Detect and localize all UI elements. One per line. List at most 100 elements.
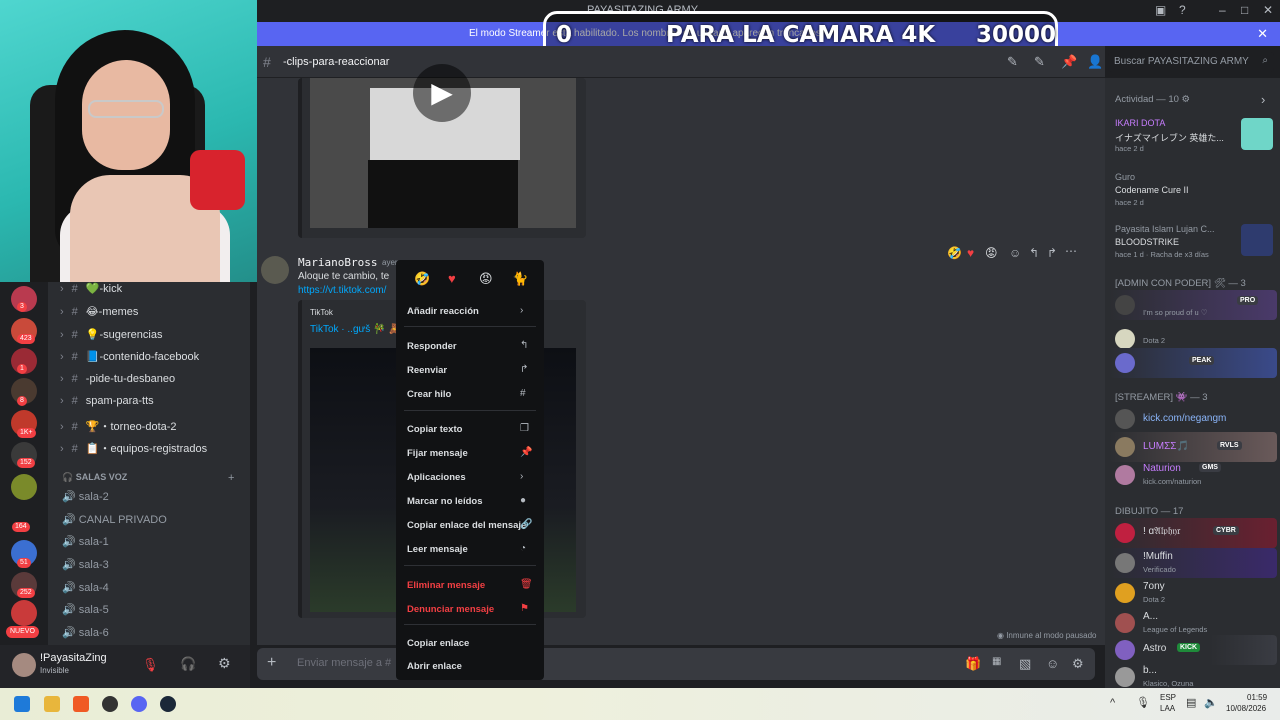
video-thumbnail[interactable]: ▶ xyxy=(310,64,576,228)
quick-reaction-icon[interactable]: 🤣 xyxy=(414,271,430,287)
gif-icon[interactable]: ▦ xyxy=(992,656,1001,667)
reaction-heart-icon[interactable]: ♥ xyxy=(967,246,974,260)
channel-item[interactable]: › # -pide-tu-desbaneo xyxy=(60,373,175,385)
channel-item[interactable]: › # 📋・equipos-registrados xyxy=(60,440,207,456)
members-icon[interactable]: 👤 xyxy=(1087,54,1103,70)
voice-category[interactable]: 🎧 SALAS VOZ xyxy=(62,472,127,483)
sticker-icon[interactable]: ▧ xyxy=(1019,656,1031,672)
activity-card[interactable]: IKARI DOTA イナズマイレブン 英雄た... hace 2 d xyxy=(1109,116,1277,156)
gift-icon[interactable]: 🎁 xyxy=(965,656,981,672)
channel-item[interactable]: › # 🏆・torneo-dota-2 xyxy=(60,418,177,434)
channel-item[interactable]: › # 📘-contenido-facebook xyxy=(60,350,199,363)
obs-icon[interactable] xyxy=(102,696,118,712)
voice-channel[interactable]: 🔊 sala-5 xyxy=(62,603,109,616)
menu-item-aplicaciones[interactable]: Aplicaciones xyxy=(407,472,466,483)
more-icon[interactable]: ⋯ xyxy=(1065,244,1077,258)
help-icon[interactable]: ? xyxy=(1179,3,1186,17)
activity-header[interactable]: Actividad — 10 ⚙ xyxy=(1115,94,1190,105)
quick-reaction-heart-icon[interactable]: ♥ xyxy=(448,271,456,286)
start-icon[interactable] xyxy=(14,696,30,712)
member-row[interactable]: ! ɑ𝔄𝔩𝔭𝔥𝔶𝔯 CYBR xyxy=(1109,518,1277,548)
voice-channel[interactable]: 🔊 sala-4 xyxy=(62,581,109,594)
mute-icon[interactable]: 🎙 xyxy=(142,657,159,673)
menu-item-responder[interactable]: Responder xyxy=(407,341,457,352)
add-reaction-icon[interactable]: ☺ xyxy=(1009,246,1021,260)
voice-channel[interactable]: 🔊 sala-3 xyxy=(62,558,109,571)
voice-channel[interactable]: 🔊 sala-6 xyxy=(62,626,109,639)
input-region[interactable]: LAA xyxy=(1160,704,1175,713)
server-icon[interactable] xyxy=(11,474,37,500)
discord-icon[interactable] xyxy=(131,696,147,712)
message-composer[interactable]: + Enviar mensaje a # 🎁 ▦ ▧ ☺ ⚙ xyxy=(257,648,1095,680)
inbox-icon[interactable]: ▣ xyxy=(1155,3,1166,17)
server-icon[interactable] xyxy=(11,600,37,626)
clock-date[interactable]: 10/08/2026 xyxy=(1226,704,1266,713)
maximize-button[interactable]: □ xyxy=(1241,3,1248,17)
threads-icon[interactable]: ✎ xyxy=(1007,54,1018,70)
menu-item-copiar-enlace[interactable]: Copiar enlace xyxy=(407,638,469,649)
tray-arrow-icon[interactable]: ^ xyxy=(1110,697,1115,709)
clock-time[interactable]: 01:59 xyxy=(1247,693,1267,702)
steam-icon[interactable] xyxy=(160,696,176,712)
message-author[interactable]: MarianoBross xyxy=(298,256,377,269)
menu-item-copiar-enlace-mensaje[interactable]: Copiar enlace del mensaje xyxy=(407,520,526,531)
menu-item-reenviar[interactable]: Reenviar xyxy=(407,365,447,376)
quick-reaction-icon[interactable]: 😡 xyxy=(479,271,493,287)
play-icon[interactable]: ▶ xyxy=(413,64,471,122)
activity-card[interactable]: Guro Codename Cure II hace 2 d xyxy=(1109,170,1277,210)
input-language[interactable]: ESP xyxy=(1160,693,1176,702)
voice-channel[interactable]: 🔊 CANAL PRIVADO xyxy=(62,513,167,526)
menu-item-leer-mensaje[interactable]: Leer mensaje xyxy=(407,544,468,555)
menu-item-copiar-texto[interactable]: Copiar texto xyxy=(407,424,462,435)
avatar[interactable] xyxy=(261,256,289,284)
channel-item[interactable]: › # 💡-sugerencias xyxy=(60,328,162,341)
member-row[interactable]: LUMΣΣ🎵 RVLS xyxy=(1109,432,1277,462)
embed-title[interactable]: TikTok · ..gưš 🎋 🧸 xyxy=(310,324,401,335)
add-channel-icon[interactable]: + xyxy=(228,472,234,484)
reaction-custom-icon[interactable]: 😡 xyxy=(985,246,998,260)
notification-icon[interactable]: ✎ xyxy=(1034,54,1045,70)
reply-icon[interactable]: ↰ xyxy=(1029,246,1039,260)
chevron-right-icon[interactable]: › xyxy=(1261,92,1265,107)
message-link[interactable]: https://vt.tiktok.com/ xyxy=(298,285,386,296)
volume-icon[interactable]: 🔈 xyxy=(1204,696,1218,709)
menu-item-abrir-enlace[interactable]: Abrir enlace xyxy=(407,661,462,672)
menu-item-fijar[interactable]: Fijar mensaje xyxy=(407,448,468,459)
search-input[interactable]: Buscar PAYASITAZING ARMY ⌕ xyxy=(1108,52,1274,72)
member-row[interactable]: A... League of Legends xyxy=(1109,608,1277,638)
headphones-icon[interactable]: 🎧 xyxy=(180,656,196,672)
voice-channel[interactable]: 🔊 sala-1 xyxy=(62,535,109,548)
reaction-emoji-icon[interactable]: 🤣 xyxy=(947,246,962,260)
avatar[interactable] xyxy=(12,653,36,677)
member-row[interactable]: PEAK xyxy=(1109,348,1277,378)
member-row[interactable]: kick.com/negangm xyxy=(1109,404,1277,434)
member-row[interactable]: Naturion GMS kick.com/naturion xyxy=(1109,460,1277,490)
member-row[interactable]: Astro KICK xyxy=(1109,635,1277,665)
brave-icon[interactable] xyxy=(73,696,89,712)
member-row[interactable]: !Muffin Verificado xyxy=(1109,548,1277,578)
member-row[interactable]: b... Klasico, Ozuna xyxy=(1109,662,1277,688)
channel-item[interactable]: › # spam-para-tts xyxy=(60,395,154,407)
close-banner-icon[interactable]: ✕ xyxy=(1257,26,1268,42)
folder-icon[interactable] xyxy=(44,696,60,712)
minimize-button[interactable]: – xyxy=(1219,3,1226,17)
menu-item-denunciar[interactable]: Denunciar mensaje xyxy=(407,604,494,615)
menu-item-crear-hilo[interactable]: Crear hilo xyxy=(407,389,451,400)
pin-icon[interactable]: 📌 xyxy=(1061,54,1077,70)
add-reaction-item[interactable]: Añadir reacción xyxy=(407,306,479,317)
apps-icon[interactable]: ⚙ xyxy=(1072,656,1084,672)
activity-card[interactable]: Payasita Islam Lujan C... BLOODSTRIKE ha… xyxy=(1109,222,1277,262)
close-window-button[interactable]: ✕ xyxy=(1263,3,1273,17)
voice-channel[interactable]: 🔊 sala-2 xyxy=(62,490,109,503)
network-icon[interactable]: ▤ xyxy=(1186,696,1196,709)
member-row[interactable]: 7ony Dota 2 xyxy=(1109,578,1277,608)
emoji-icon[interactable]: ☺ xyxy=(1046,656,1059,671)
mic-icon[interactable]: 🎙 xyxy=(1136,696,1150,709)
channel-item[interactable]: › # 💚-kick xyxy=(60,282,122,295)
menu-item-marcar-no-leidos[interactable]: Marcar no leídos xyxy=(407,496,483,507)
quick-reaction-icon[interactable]: 🐈 xyxy=(512,271,528,287)
settings-icon[interactable]: ⚙ xyxy=(218,655,231,672)
add-attachment-icon[interactable]: + xyxy=(267,654,276,672)
menu-item-eliminar[interactable]: Eliminar mensaje xyxy=(407,580,485,591)
channel-item[interactable]: › # 😂-memes xyxy=(60,305,138,318)
